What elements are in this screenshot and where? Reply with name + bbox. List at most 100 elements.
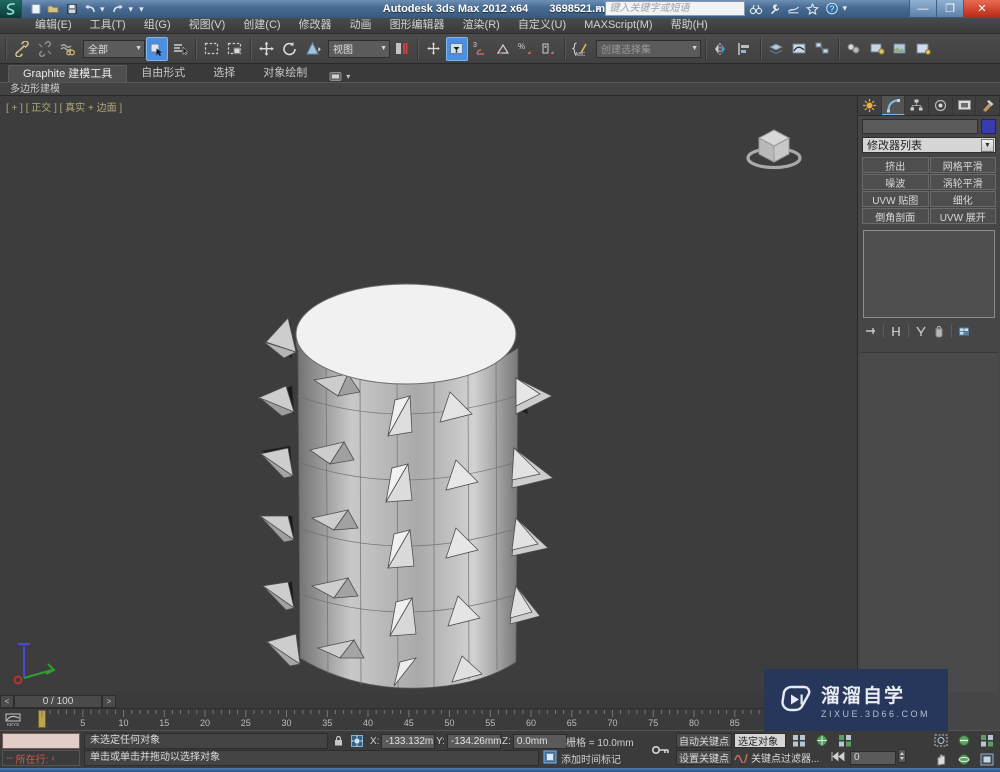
select-and-move-icon[interactable] <box>256 37 278 61</box>
orbit-icon[interactable] <box>953 751 975 769</box>
select-and-scale-icon[interactable] <box>302 37 324 61</box>
subscription-icon[interactable] <box>785 1 802 16</box>
prev-frame-button[interactable]: < <box>0 694 14 708</box>
menu-item-help[interactable]: 帮助(H) <box>662 18 717 33</box>
material-editor-icon[interactable] <box>844 37 866 61</box>
add-time-tag-icon[interactable] <box>543 750 557 767</box>
next-frame-button[interactable]: > <box>102 694 116 708</box>
layer-manager-icon[interactable] <box>766 37 788 61</box>
redo-icon[interactable] <box>111 2 126 17</box>
remove-modifier-icon[interactable] <box>931 324 947 339</box>
frame-spinner-icon[interactable] <box>898 749 906 766</box>
menu-item-graph-editors[interactable]: 图形编辑器 <box>381 18 454 33</box>
coord-y-input[interactable]: -134.26mm <box>446 733 501 749</box>
ribbon-minimize-control[interactable]: ▾ <box>329 71 350 82</box>
schematic-view-icon[interactable] <box>812 37 834 61</box>
maximize-viewport-toggle-icon[interactable] <box>976 751 998 769</box>
rectangular-selection-region-icon[interactable] <box>201 37 223 61</box>
help-dropdown-arrow-icon[interactable]: ▾ <box>842 3 847 14</box>
menu-item-create[interactable]: 创建(C) <box>234 18 289 33</box>
select-object-icon[interactable] <box>146 36 168 61</box>
key-mode-dropdown[interactable]: 选定对象 <box>734 733 786 748</box>
save-file-icon[interactable] <box>64 2 79 17</box>
unlink-selection-icon[interactable] <box>34 37 56 61</box>
curve-editor-icon[interactable] <box>789 37 811 61</box>
modifier-button-tessellate[interactable]: 细化 <box>929 191 996 207</box>
menu-item-rendering[interactable]: 渲染(R) <box>454 18 509 33</box>
redo-dropdown-arrow-icon[interactable]: ▾ <box>129 4 134 15</box>
listener-row-indicator[interactable]: -- 所在行: ‹ <box>2 750 80 766</box>
maximize-button[interactable]: ❐ <box>936 0 963 17</box>
modifier-button-bevel-profile[interactable]: 倒角剖面 <box>862 208 929 224</box>
viewport[interactable]: [ + ] [ 正交 ] [ 真实 + 边面 ] <box>0 96 858 694</box>
tab-freeform[interactable]: 自由形式 <box>127 65 199 82</box>
select-by-name-icon[interactable] <box>169 37 191 61</box>
track-bar[interactable]: KEYS 51015202530354045505560657075808590… <box>0 708 858 730</box>
modifier-stack-list[interactable] <box>863 230 995 318</box>
edit-named-selection-sets-icon[interactable]: ABC <box>570 37 592 61</box>
select-link-icon[interactable] <box>11 37 33 61</box>
zoom-all-icon[interactable] <box>811 732 833 749</box>
snaps-toggle-icon[interactable] <box>446 36 468 61</box>
spinner-snap-toggle-icon[interactable] <box>492 37 514 61</box>
wrench-icon[interactable] <box>766 1 783 16</box>
coord-z-input[interactable]: 0.0mm <box>512 733 567 749</box>
selection-filter-dropdown[interactable]: 全部 ▼ <box>83 39 145 58</box>
tab-graphite-modeling-tools[interactable]: Graphite 建模工具 <box>8 65 128 82</box>
modifier-button-turbosmooth[interactable]: 涡轮平滑 <box>929 174 996 190</box>
open-file-icon[interactable] <box>46 2 61 17</box>
current-frame-field[interactable]: 0 <box>850 750 896 765</box>
tab-object-paint[interactable]: 对象绘制 <box>249 65 321 82</box>
search-input[interactable]: 键入关键字或短语 <box>605 1 746 16</box>
customize-qat-icon[interactable]: ▾ <box>139 4 144 15</box>
zoom-region-icon[interactable] <box>930 732 952 750</box>
selection-lock-icon[interactable] <box>332 734 346 748</box>
object-name-field[interactable] <box>862 119 978 134</box>
close-button[interactable]: ✕ <box>963 0 1000 17</box>
search-binoculars-icon[interactable] <box>747 1 764 16</box>
set-key-button[interactable]: 设置关键点 <box>676 750 732 765</box>
undo-dropdown-arrow-icon[interactable]: ▾ <box>100 4 105 15</box>
menu-item-animation[interactable]: 动画 <box>341 18 381 33</box>
modifier-button-meshsmooth[interactable]: 网格平滑 <box>929 157 996 173</box>
help-question-icon[interactable]: ? <box>823 1 840 16</box>
key-filters-group[interactable]: 关键点过滤器... <box>734 750 819 765</box>
object-color-swatch[interactable] <box>981 119 996 134</box>
align-icon[interactable] <box>734 37 756 61</box>
configure-modifier-sets-icon[interactable] <box>956 324 972 339</box>
zoom-icon[interactable] <box>788 732 810 749</box>
undo-icon[interactable] <box>82 2 97 17</box>
bind-to-space-warp-icon[interactable] <box>57 37 79 61</box>
hierarchy-tab[interactable] <box>905 96 930 115</box>
modifier-list-dropdown[interactable]: 修改器列表 ▼ <box>862 137 996 153</box>
use-pivot-point-center-icon[interactable] <box>423 37 445 61</box>
modifier-button-noise[interactable]: 噪波 <box>862 174 929 190</box>
time-slider[interactable]: < 0 / 100 > <box>0 694 858 708</box>
pan-view-icon[interactable] <box>930 751 952 769</box>
menu-item-edit[interactable]: 编辑(E) <box>26 18 81 33</box>
make-unique-icon[interactable] <box>913 324 929 339</box>
zoom-extents-icon[interactable] <box>834 732 856 749</box>
use-center-flyout-icon[interactable] <box>391 37 413 61</box>
coord-x-input[interactable]: -133.132m <box>381 733 436 749</box>
rendered-frame-window-icon[interactable] <box>890 37 912 61</box>
percent-snap-toggle-icon[interactable]: % <box>515 37 537 61</box>
reference-coordinate-dropdown[interactable]: 视图 ▼ <box>328 39 390 58</box>
auto-key-button[interactable]: 自动关键点 <box>676 733 732 748</box>
utilities-tab[interactable] <box>976 96 1000 115</box>
menu-item-modifiers[interactable]: 修改器 <box>290 18 341 33</box>
display-tab[interactable] <box>953 96 977 115</box>
menu-item-tools[interactable]: 工具(T) <box>81 18 135 33</box>
tab-selection[interactable]: 选择 <box>199 65 249 82</box>
mirror-icon[interactable] <box>711 37 733 61</box>
viewport-3d-scene[interactable] <box>0 96 858 694</box>
window-crossing-icon[interactable] <box>224 37 246 61</box>
minimize-button[interactable]: — <box>909 0 936 17</box>
rollout-panel-area[interactable] <box>860 352 998 692</box>
motion-tab[interactable] <box>929 96 953 115</box>
menu-item-maxscript[interactable]: MAXScript(M) <box>575 18 661 33</box>
menu-item-group[interactable]: 组(G) <box>135 18 180 33</box>
modifier-button-uvw-map[interactable]: UVW 贴图 <box>862 191 929 207</box>
listener-expand-icon[interactable]: ‹ <box>51 753 54 764</box>
menu-item-customize[interactable]: 自定义(U) <box>509 18 575 33</box>
